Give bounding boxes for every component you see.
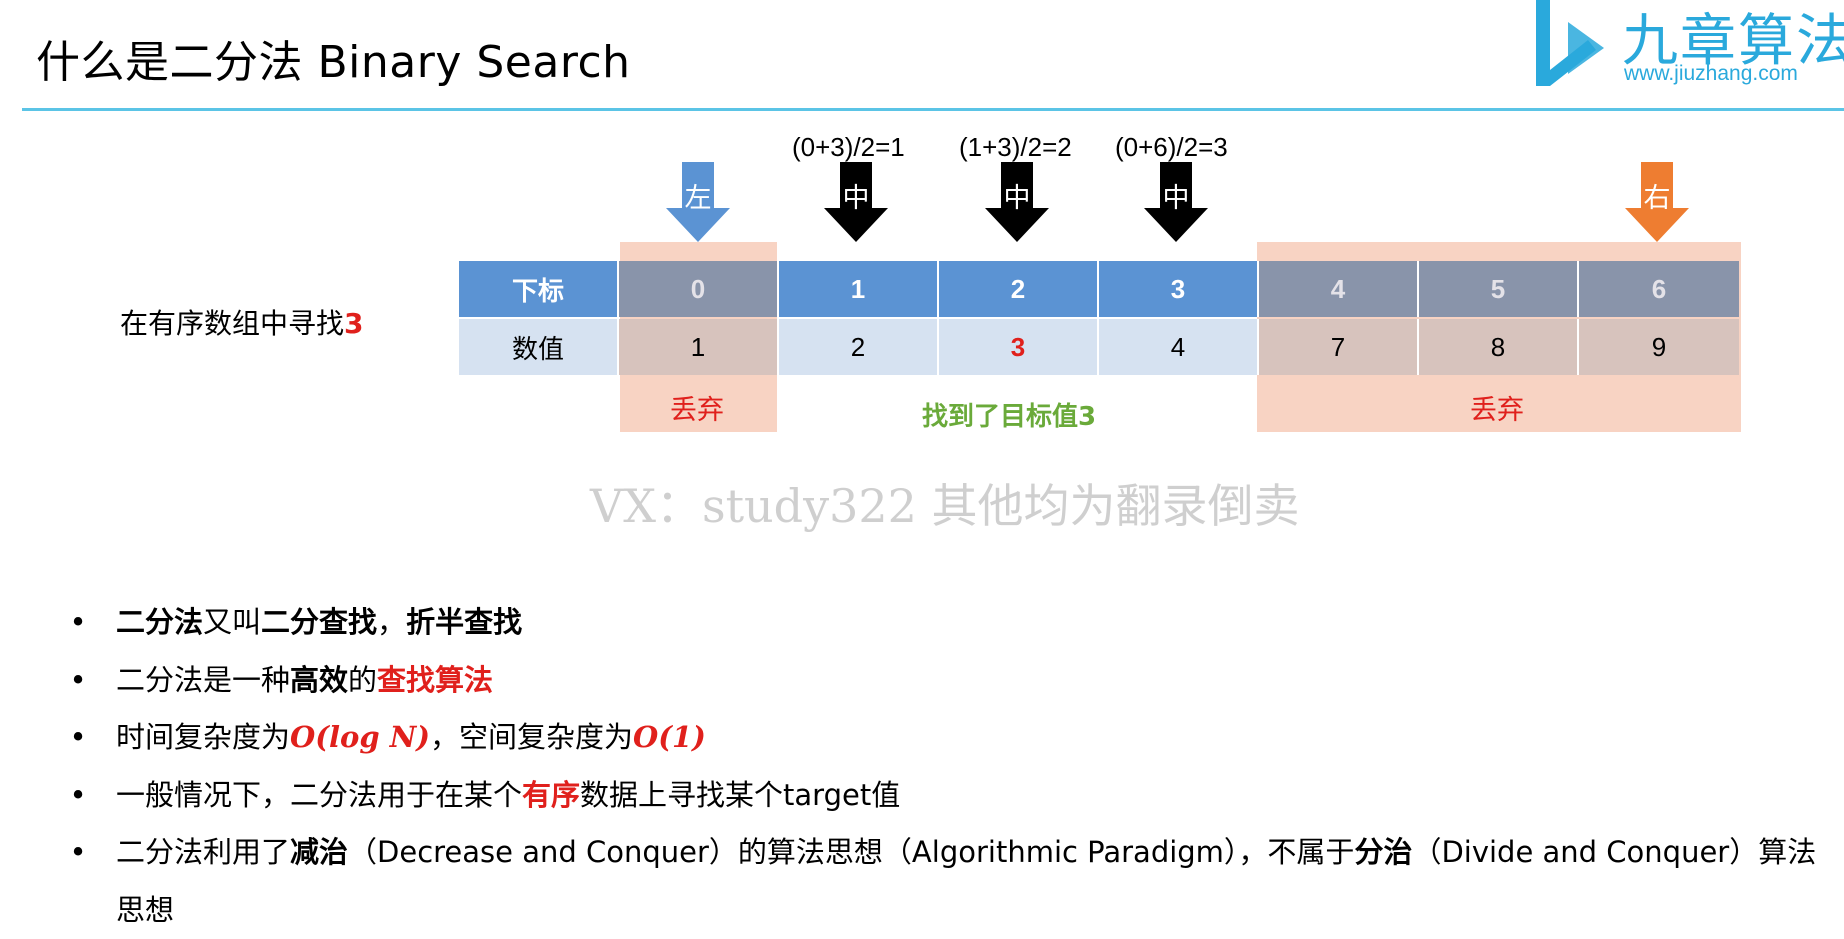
bullet-dot-icon: •	[69, 720, 87, 754]
search-target: 3	[344, 307, 364, 340]
discard-label-left: 丢弃	[670, 395, 724, 426]
bullet-item: • 时间复杂度为O(log N)，空间复杂度为O(1)	[68, 709, 1828, 767]
mid-pointer-arrow-1: 中	[824, 162, 888, 242]
search-description: 在有序数组中寻找3	[120, 302, 364, 342]
logo-url: www.jiuzhang.com	[1624, 62, 1798, 85]
bullet-dot-icon: •	[69, 835, 87, 869]
value-cell: 7	[1259, 319, 1419, 375]
index-cell: 4	[1259, 261, 1419, 317]
found-label: 找到了目标值3	[922, 402, 1097, 432]
bullet-dot-icon: •	[69, 662, 87, 697]
bullet-text-highlight: 有序	[522, 777, 581, 812]
bullet-item: • 二分法利用了减治（Decrease and Conquer）的算法思想（Al…	[68, 824, 1828, 939]
bullet-text: 又叫	[203, 605, 262, 639]
formula-mid-2: (1+3)/2=2	[959, 132, 1072, 162]
bullet-text: 数据上寻找某个target值	[580, 777, 901, 812]
bullet-dot-icon: •	[69, 605, 87, 639]
page-title: 什么是二分法 Binary Search	[36, 37, 631, 88]
bullet-dot-icon: •	[69, 777, 87, 812]
bullet-item: • 二分法又叫二分查找，折半查找	[68, 594, 1828, 652]
value-cell: 2	[779, 319, 939, 375]
index-cell: 1	[779, 261, 939, 317]
bullet-text: ，	[377, 605, 407, 639]
bullet-text: 二分法利用了	[116, 835, 291, 869]
index-cell: 3	[1099, 261, 1259, 317]
row-label-value: 数值	[459, 319, 619, 375]
watermark: VX：study322 其他均为翻录倒卖	[590, 479, 1300, 533]
mid-pointer-label: 中	[1003, 183, 1031, 214]
bullet-text: 二分法是一种	[116, 662, 291, 697]
mid-pointer-arrow-2: 中	[985, 162, 1049, 242]
formula-mid-1: (0+3)/2=1	[792, 132, 905, 162]
title-underline	[22, 108, 1844, 111]
mid-pointer-arrow-3: 中	[1144, 162, 1208, 242]
right-pointer-label: 右	[1643, 183, 1671, 214]
row-label-index: 下标	[459, 261, 619, 317]
bullet-text-bold: 二分查找	[261, 605, 378, 639]
value-cell: 9	[1579, 319, 1739, 375]
discard-label-right: 丢弃	[1470, 395, 1524, 426]
index-cell: 6	[1579, 261, 1739, 317]
value-cell: 4	[1099, 319, 1259, 375]
left-pointer-label: 左	[684, 183, 712, 214]
left-pointer-arrow: 左	[666, 162, 730, 242]
bullet-text: 一般情况下，二分法用于在某个	[116, 777, 523, 812]
mid-pointer-label: 中	[1162, 183, 1190, 214]
bullet-item: • 一般情况下，二分法用于在某个有序数据上寻找某个target值	[68, 767, 1828, 825]
bullet-text-highlight: 查找算法	[377, 662, 494, 697]
bullet-text-bold: 分治	[1354, 835, 1413, 869]
value-cell: 1	[619, 319, 779, 375]
bullet-text-bold: 二分法	[116, 605, 204, 639]
mid-pointer-label: 中	[842, 183, 870, 214]
space-complexity: O(1)	[632, 720, 706, 754]
value-cell-target: 3	[939, 319, 1099, 375]
bullet-text: 的	[348, 662, 378, 697]
index-cell: 2	[939, 261, 1099, 317]
formula-mid-3: (0+6)/2=3	[1115, 132, 1228, 162]
bullet-text-bold: 高效	[290, 662, 349, 697]
right-pointer-arrow: 右	[1625, 162, 1689, 242]
bullet-text: 时间复杂度为	[116, 720, 291, 754]
bullet-text: ，空间复杂度为	[429, 720, 633, 754]
index-cell: 0	[619, 261, 779, 317]
bullet-item: • 二分法是一种高效的查找算法	[68, 652, 1828, 710]
bullet-text: （Decrease and Conquer）的算法思想（Algorithmic …	[348, 835, 1355, 869]
logo-icon	[1536, 0, 1604, 86]
search-description-text: 在有序数组中寻找	[120, 307, 345, 340]
index-cell: 5	[1419, 261, 1579, 317]
bullet-text-bold: 折半查找	[406, 605, 523, 639]
time-complexity: O(log N)	[290, 720, 430, 754]
bullet-list: • 二分法又叫二分查找，折半查找 • 二分法是一种高效的查找算法 • 时间复杂度…	[68, 594, 1828, 939]
bullet-text-bold: 减治	[290, 835, 349, 869]
value-cell: 8	[1419, 319, 1579, 375]
